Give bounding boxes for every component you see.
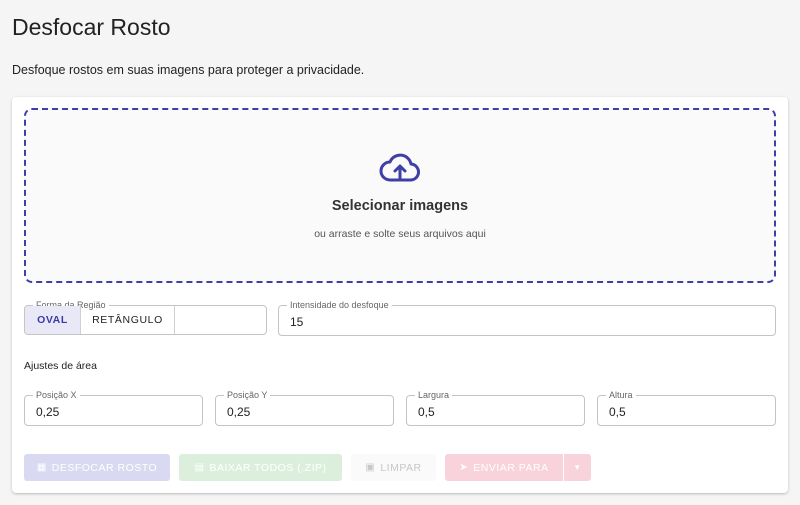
height-field[interactable]: Altura 0,5 bbox=[597, 389, 776, 426]
send-to-button[interactable]: ➤ ENVIAR PARA bbox=[445, 454, 563, 481]
blur-intensity-value: 15 bbox=[290, 315, 304, 329]
clear-button[interactable]: ▣ LIMPAR bbox=[351, 454, 436, 481]
dropzone-title: Selecionar imagens bbox=[331, 198, 469, 214]
width-field[interactable]: Largura 0,5 bbox=[406, 389, 585, 426]
main-card: Selecionar imagens ou arraste e solte se… bbox=[12, 97, 788, 493]
width-value: 0,5 bbox=[418, 405, 435, 419]
folder-zip-icon: ▤ bbox=[194, 462, 205, 473]
position-y-field[interactable]: Posição Y 0,25 bbox=[215, 389, 394, 426]
position-y-legend: Posição Y bbox=[224, 389, 271, 401]
blur-intensity-legend: Intensidade do desfoque bbox=[287, 299, 392, 311]
download-all-label: BAIXAR TODOS (.ZIP) bbox=[209, 461, 327, 474]
height-value: 0,5 bbox=[609, 405, 626, 419]
clear-icon: ▣ bbox=[365, 462, 376, 473]
blur-face-button[interactable]: ▦ DESFOCAR ROSTO bbox=[24, 454, 170, 481]
send-to-menu-button[interactable]: ▼ bbox=[564, 454, 591, 481]
area-settings-label: Ajustes de área bbox=[24, 360, 97, 372]
send-icon: ➤ bbox=[459, 462, 469, 473]
position-y-value: 0,25 bbox=[227, 405, 251, 419]
image-dropzone[interactable]: Selecionar imagens ou arraste e solte se… bbox=[24, 108, 776, 283]
dropzone-hint: ou arraste e solte seus arquivos aqui bbox=[314, 228, 486, 240]
send-to-label: ENVIAR PARA bbox=[473, 461, 549, 474]
region-shape-group: Forma da Região OVAL RETÂNGULO bbox=[24, 299, 267, 335]
width-legend: Largura bbox=[415, 389, 453, 401]
position-x-legend: Posição X bbox=[33, 389, 80, 401]
shape-oval-button[interactable]: OVAL bbox=[25, 306, 81, 334]
clear-label: LIMPAR bbox=[380, 461, 422, 474]
position-x-value: 0,25 bbox=[36, 405, 60, 419]
blur-intensity-field[interactable]: Intensidade do desfoque 15 bbox=[278, 299, 776, 336]
shape-rectangle-button[interactable]: RETÂNGULO bbox=[81, 306, 175, 334]
download-all-button[interactable]: ▤ BAIXAR TODOS (.ZIP) bbox=[179, 454, 342, 481]
blur-icon: ▦ bbox=[36, 462, 47, 473]
page-title: Desfocar Rosto bbox=[12, 14, 171, 40]
cloud-upload-icon bbox=[379, 153, 420, 182]
height-legend: Altura bbox=[606, 389, 636, 401]
position-x-field[interactable]: Posição X 0,25 bbox=[24, 389, 203, 426]
page-subtitle: Desfoque rostos em suas imagens para pro… bbox=[12, 63, 365, 77]
blur-face-label: DESFOCAR ROSTO bbox=[51, 461, 158, 474]
chevron-down-icon: ▼ bbox=[573, 463, 582, 472]
